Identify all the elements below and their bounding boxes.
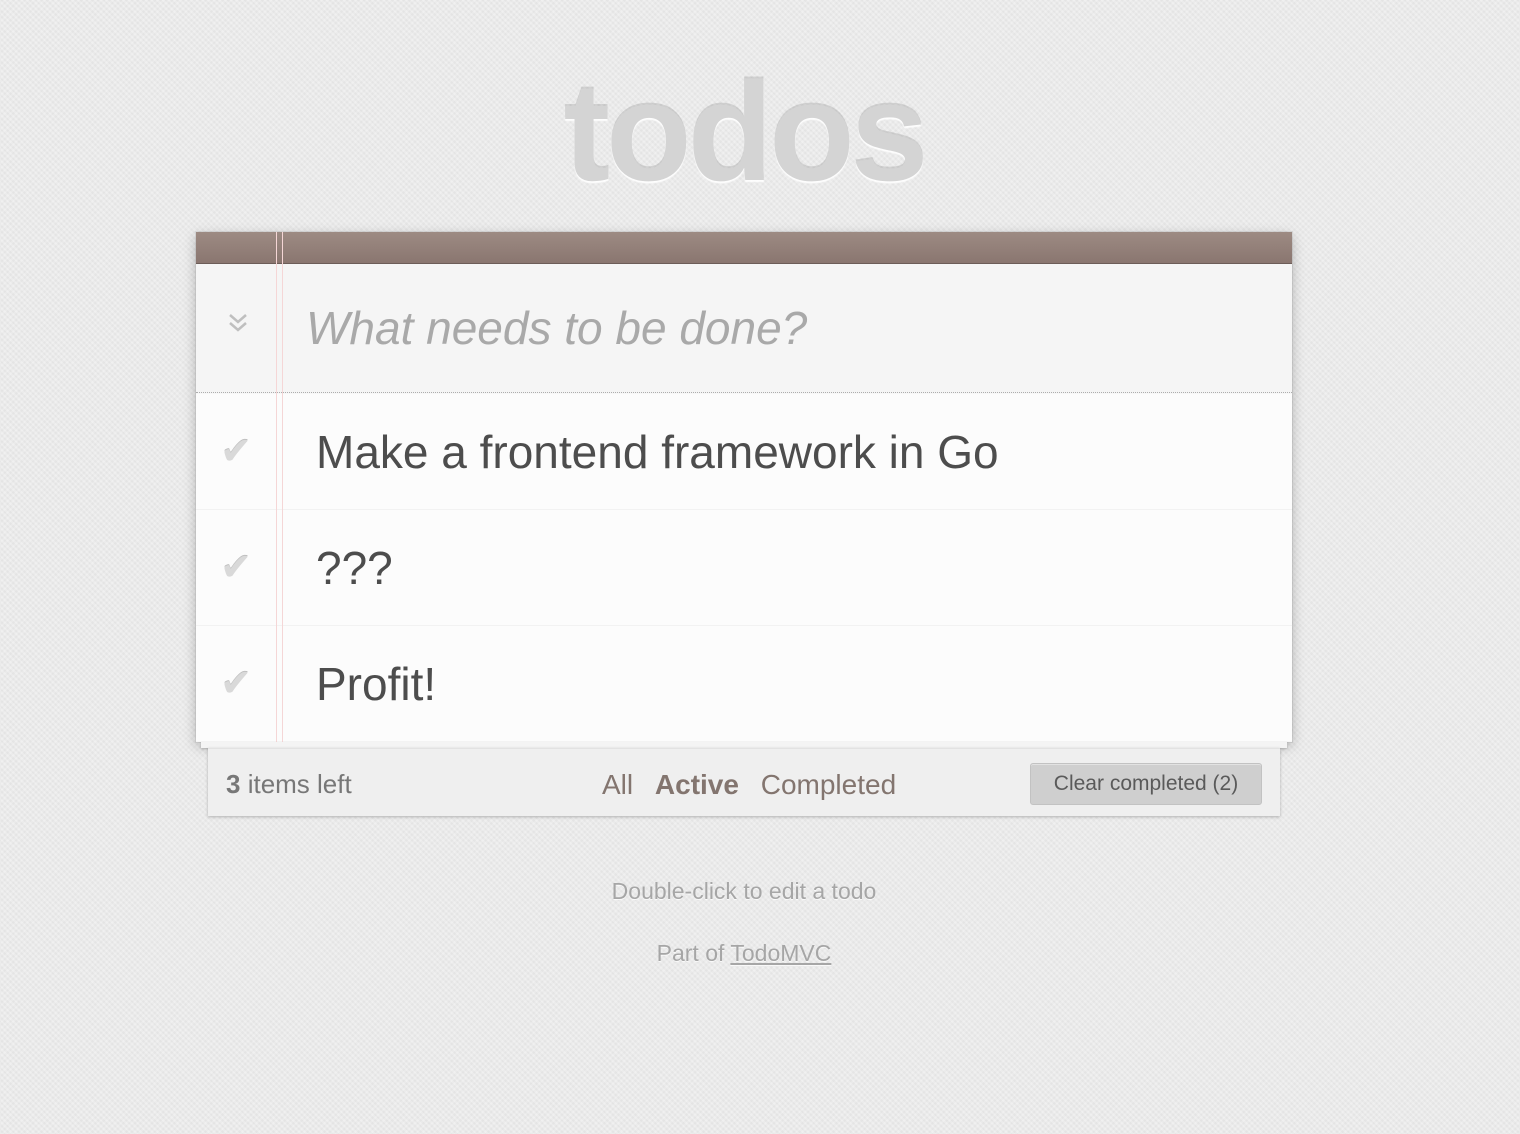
margin-line — [276, 232, 277, 742]
new-todo-input[interactable] — [306, 288, 1266, 368]
part-of-prefix: Part of — [656, 940, 731, 966]
todo-app: ✔ Make a frontend framework in Go ✔ ??? … — [196, 232, 1292, 742]
checkmark-icon[interactable]: ✔ — [216, 432, 256, 472]
checkmark-icon[interactable]: ✔ — [216, 664, 256, 704]
todo-footer: 3 items left All Active Completed Clear … — [208, 748, 1280, 816]
filter-completed[interactable]: Completed — [761, 769, 896, 800]
todo-item[interactable]: ✔ ??? — [196, 510, 1292, 626]
todo-list: ✔ Make a frontend framework in Go ✔ ??? … — [196, 394, 1292, 741]
filter-all[interactable]: All — [602, 769, 633, 800]
todo-label[interactable]: Make a frontend framework in Go — [316, 424, 999, 480]
new-todo-row — [196, 264, 1292, 393]
filters: All Active Completed — [602, 769, 910, 801]
todo-count-number: 3 — [226, 769, 241, 799]
clear-completed-button[interactable]: Clear completed (2) — [1030, 763, 1262, 805]
todo-item[interactable]: ✔ Profit! — [196, 626, 1292, 741]
part-of-info: Part of TodoMVC — [0, 940, 1488, 967]
app-title: todos — [563, 53, 928, 210]
toggle-all-icon[interactable] — [218, 308, 258, 348]
edit-hint: Double-click to edit a todo — [611, 878, 877, 904]
filter-active[interactable]: Active — [655, 769, 739, 800]
todo-item[interactable]: ✔ Make a frontend framework in Go — [196, 394, 1292, 510]
chevron-double-down-icon — [229, 314, 247, 332]
todo-count-suffix: items left — [240, 769, 352, 799]
todo-count: 3 items left — [226, 769, 352, 800]
checkmark-icon[interactable]: ✔ — [216, 548, 256, 588]
todo-label[interactable]: Profit! — [316, 656, 436, 712]
todomvc-link[interactable]: TodoMVC — [730, 940, 831, 966]
margin-line — [282, 232, 283, 742]
app-header-bar — [196, 232, 1292, 264]
todo-label[interactable]: ??? — [316, 540, 393, 596]
